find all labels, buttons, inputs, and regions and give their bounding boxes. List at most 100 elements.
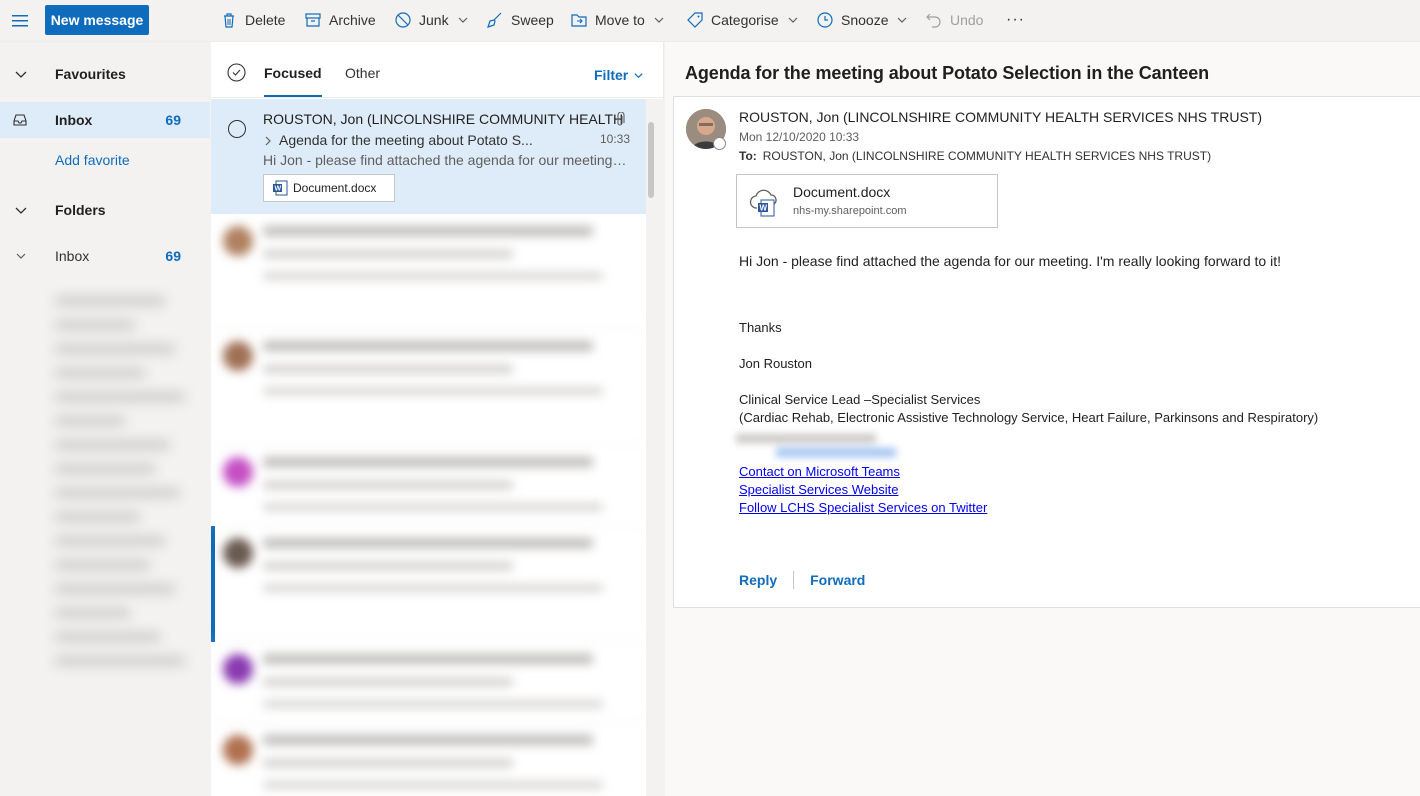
undo-button[interactable]: Undo (925, 0, 983, 40)
archive-icon (305, 13, 321, 27)
inbox-icon (13, 114, 27, 126)
svg-text:W: W (760, 204, 768, 213)
reading-pane: Agenda for the meeting about Potato Sele… (665, 42, 1420, 796)
new-message-button[interactable]: New message (45, 5, 149, 35)
chevron-down-icon (788, 17, 798, 23)
word-icon: W (273, 180, 288, 196)
tab-other[interactable]: Other (345, 65, 380, 81)
add-favorite-label: Add favorite (55, 152, 130, 168)
message-sender: ROUSTON, Jon (LINCOLNSHIRE COMMUNITY HEA… (263, 111, 624, 127)
broom-icon (487, 12, 502, 28)
chevron-down-icon (458, 17, 468, 23)
chevron-down-icon (15, 207, 27, 214)
list-item[interactable] (211, 445, 646, 526)
categorise-button[interactable]: Categorise (686, 0, 799, 40)
sender-name[interactable]: ROUSTON, Jon (LINCOLNSHIRE COMMUNITY HEA… (739, 109, 1262, 125)
snooze-button[interactable]: Snooze (816, 0, 908, 40)
attachment-chip[interactable]: W Document.docx (263, 174, 395, 202)
block-icon (395, 12, 411, 28)
reply-button[interactable]: Reply (739, 572, 777, 588)
filter-label: Filter (594, 67, 629, 83)
redacted-folders (55, 282, 195, 792)
message-list: Focused Other Filter ROUSTON, Jon (LINCO… (211, 42, 664, 796)
move-to-button[interactable]: Move to (570, 0, 665, 40)
chevron-down-icon (634, 72, 643, 78)
junk-label: Junk (419, 12, 449, 28)
favourites-label: Favourites (55, 66, 126, 82)
cloud-word-icon: W (749, 189, 777, 217)
chevron-down-icon (15, 71, 27, 78)
move-to-label: Move to (595, 12, 645, 28)
archive-label: Archive (329, 12, 376, 28)
list-item[interactable] (211, 723, 646, 796)
snooze-label: Snooze (841, 12, 889, 28)
archive-button[interactable]: Archive (304, 0, 376, 40)
message-subject: Agenda for the meeting about Potato S... (279, 132, 533, 148)
folders-label: Folders (55, 202, 106, 218)
undo-icon (926, 13, 941, 28)
attachment-name: Document.docx (293, 181, 377, 195)
tag-icon (687, 12, 703, 28)
attachment-card[interactable]: W Document.docx nhs-my.sharepoint.com (736, 174, 998, 228)
svg-text:W: W (275, 186, 282, 193)
recipient-name[interactable]: ROUSTON, Jon (LINCOLNSHIRE COMMUNITY HEA… (763, 149, 1211, 163)
folders-header[interactable]: Folders (0, 192, 210, 228)
delete-button[interactable]: Delete (220, 0, 285, 40)
favourite-inbox[interactable]: Inbox 69 (0, 102, 210, 138)
menu-icon[interactable] (10, 11, 30, 31)
to-label: To: (739, 149, 757, 163)
command-bar: New message Delete Archive Junk Sweep Mo… (0, 0, 1420, 42)
folder-inbox-label: Inbox (55, 248, 90, 264)
add-favorite-link[interactable]: Add favorite (0, 142, 210, 178)
junk-button[interactable]: Junk (394, 0, 469, 40)
signature-role: Clinical Service Lead –Specialist Servic… (739, 392, 981, 407)
unread-count: 69 (165, 112, 181, 128)
email-subject: Agenda for the meeting about Potato Sele… (685, 63, 1210, 83)
chevron-down-icon (898, 17, 907, 23)
sweep-button[interactable]: Sweep (486, 0, 554, 40)
folder-inbox[interactable]: Inbox 69 (0, 238, 210, 274)
teams-link[interactable]: Contact on Microsoft Teams (739, 464, 900, 479)
delete-label: Delete (245, 12, 286, 28)
attachment-file-name: Document.docx (793, 184, 891, 200)
signoff: Thanks (739, 320, 782, 335)
chevron-down-icon (654, 17, 664, 23)
folder-pane: Favourites Inbox 69 Add favorite Folders… (0, 42, 210, 796)
select-all-icon[interactable] (227, 63, 246, 82)
signature-department: (Cardiac Rehab, Electronic Assistive Tec… (739, 410, 1319, 425)
favourites-header[interactable]: Favourites (0, 56, 210, 92)
email-card: ROUSTON, Jon (LINCOLNSHIRE COMMUNITY HEA… (673, 96, 1420, 608)
recipients: To: ROUSTON, Jon (LINCOLNSHIRE COMMUNITY … (739, 149, 1211, 163)
scrollbar-track (646, 99, 664, 796)
list-header: Focused Other Filter (211, 42, 664, 98)
chevron-down-icon (16, 253, 26, 259)
list-item[interactable] (211, 329, 646, 445)
undo-label: Undo (950, 12, 984, 28)
forward-button[interactable]: Forward (810, 572, 865, 588)
tab-focused[interactable]: Focused (264, 65, 322, 97)
list-item[interactable] (211, 214, 646, 329)
clock-icon (817, 12, 833, 28)
paperclip-icon (617, 112, 625, 126)
signature-name: Jon Rouston (739, 356, 812, 371)
more-actions-button[interactable]: ··· (1006, 0, 1025, 40)
scrollbar-thumb[interactable] (648, 122, 654, 198)
favourite-inbox-label: Inbox (55, 112, 93, 128)
presence-indicator (713, 137, 726, 150)
list-item[interactable] (211, 642, 646, 723)
filter-button[interactable]: Filter (594, 67, 644, 83)
select-checkbox[interactable] (228, 120, 246, 138)
website-link[interactable]: Specialist Services Website (739, 482, 898, 497)
trash-icon (224, 13, 234, 28)
redacted-contact (736, 429, 906, 463)
list-item[interactable] (211, 526, 646, 642)
sweep-label: Sweep (511, 12, 554, 28)
selected-message[interactable]: ROUSTON, Jon (LINCOLNSHIRE COMMUNITY HEA… (211, 99, 646, 214)
divider (793, 571, 795, 589)
folder-move-icon (571, 14, 587, 27)
twitter-link[interactable]: Follow LCHS Specialist Services on Twitt… (739, 500, 987, 515)
reply-actions: Reply Forward (739, 571, 865, 589)
more-icon: ··· (1006, 11, 1025, 28)
message-time: 10:33 (599, 132, 630, 146)
attachment-source: nhs-my.sharepoint.com (793, 205, 907, 217)
